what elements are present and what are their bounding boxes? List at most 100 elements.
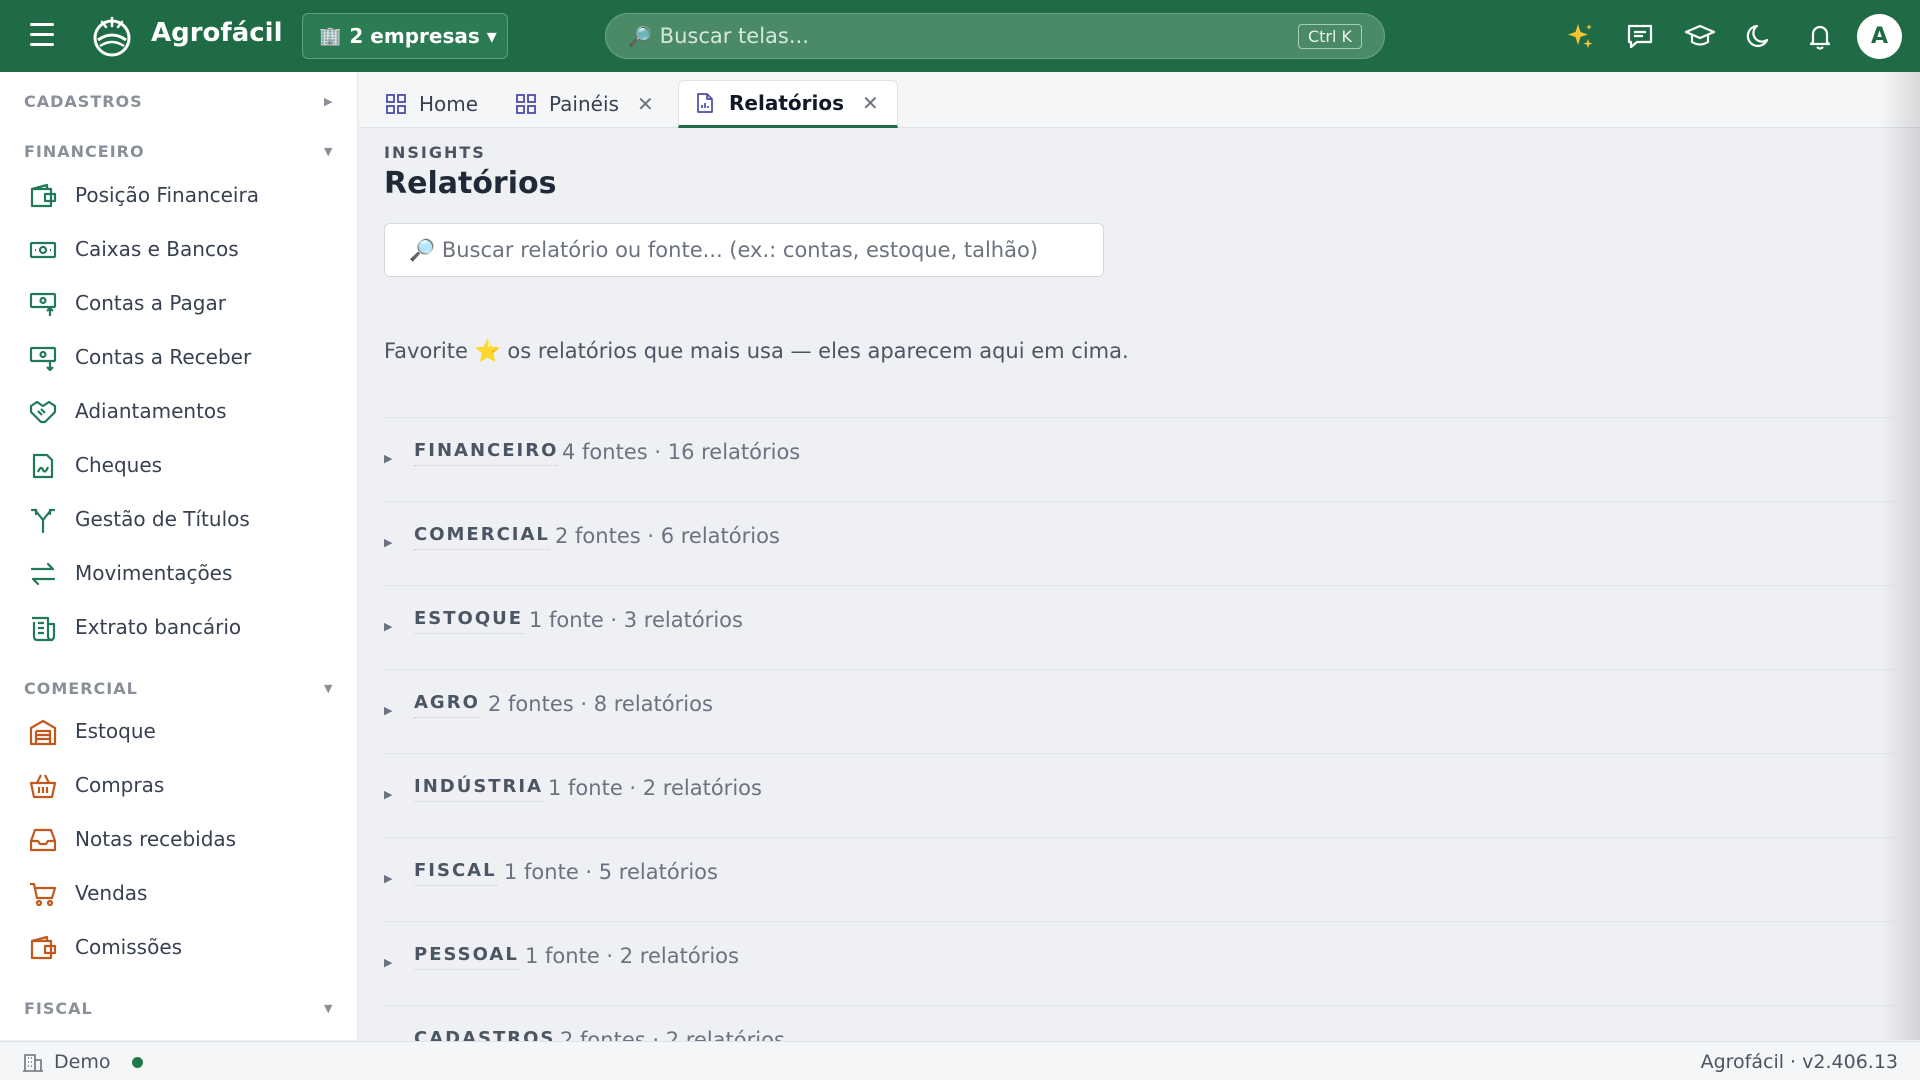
grid-icon — [516, 94, 536, 114]
sidebar-item-label: Contas a Receber — [75, 345, 252, 369]
category-count: 2 fontes · 6 relatórios — [555, 524, 780, 548]
screen-search-placeholder: Buscar telas... — [659, 24, 809, 48]
caret-down-icon[interactable]: ▼ — [324, 145, 332, 158]
search-icon: 🔎 — [628, 25, 652, 48]
category-count: 1 fonte · 5 relatórios — [504, 860, 718, 884]
caret-right-icon: ▶ — [384, 704, 393, 717]
sidebar-item-adiantamentos[interactable]: Adiantamentos — [0, 386, 357, 436]
category-count: 1 fonte · 2 relatórios — [525, 944, 739, 968]
sidebar-item-label: Compras — [75, 773, 165, 797]
caret-right-icon: ▶ — [384, 536, 393, 549]
category-count: 4 fontes · 16 relatórios — [562, 440, 801, 464]
category-name: PESSOAL — [414, 944, 519, 970]
cash-down-icon — [29, 346, 57, 372]
wallet-icon — [30, 183, 57, 208]
close-icon[interactable]: ✕ — [862, 91, 879, 115]
sidebar-item-label: Cheques — [75, 453, 163, 477]
bell-icon[interactable] — [1804, 20, 1836, 52]
transfer-icon — [30, 562, 56, 586]
category-pessoal[interactable]: ▶ PESSOAL 1 fonte · 2 relatórios — [384, 921, 1894, 1005]
top-bar: Agrofácil 🏢 2 empresas ▾ 🔎 Buscar telas.… — [0, 0, 1920, 72]
category-estoque[interactable]: ▶ ESTOQUE 1 fonte · 3 relatórios — [384, 585, 1894, 669]
sidebar-item-label: Notas recebidas — [75, 827, 237, 851]
category-name: FISCAL — [414, 860, 497, 886]
handshake-icon — [29, 400, 57, 424]
category-cadastros[interactable]: ▶ CADASTROS 2 fontes · 2 relatórios — [384, 1005, 1894, 1041]
caret-right-icon[interactable]: ▶ — [324, 95, 332, 108]
status-bar: Demo Agrofácil · v2.406.13 — [0, 1041, 1920, 1080]
sidebar-item-contas-a-pagar[interactable]: Contas a Pagar — [0, 278, 357, 328]
caret-down-icon[interactable]: ▼ — [324, 682, 332, 695]
category-name: CADASTROS — [414, 1028, 555, 1041]
wallet-icon — [30, 935, 57, 960]
moon-icon[interactable] — [1744, 20, 1776, 52]
sparkles-icon[interactable] — [1564, 20, 1596, 52]
split-arrow-icon — [30, 508, 56, 534]
category-agro[interactable]: ▶ AGRO 2 fontes · 8 relatórios — [384, 669, 1894, 753]
sidebar-item-label: Adiantamentos — [75, 399, 227, 423]
category-industria[interactable]: ▶ INDÚSTRIA 1 fonte · 2 relatórios — [384, 753, 1894, 837]
category-name: COMERCIAL — [414, 524, 550, 550]
sidebar-item-compras[interactable]: Compras — [0, 760, 357, 810]
category-count: 1 fonte · 3 relatórios — [529, 608, 743, 632]
tab-relatorios[interactable]: Relatórios ✕ — [678, 80, 898, 128]
category-count: 2 fontes · 8 relatórios — [488, 692, 713, 716]
sidebar-item-caixas-e-bancos[interactable]: Caixas e Bancos — [0, 224, 357, 274]
cash-icon — [29, 241, 57, 259]
caret-right-icon: ▶ — [384, 788, 393, 801]
sidebar-item-movimentacoes[interactable]: Movimentações — [0, 548, 357, 598]
sidebar-item-label: Vendas — [75, 881, 148, 905]
screen-search-input[interactable]: 🔎 Buscar telas... Ctrl K — [605, 13, 1385, 59]
sidebar-item-cheques[interactable]: Cheques — [0, 440, 357, 490]
signature-icon — [32, 453, 54, 479]
sidebar-item-gestao-de-titulos[interactable]: Gestão de Títulos — [0, 494, 357, 544]
tab-paineis[interactable]: Painéis ✕ — [515, 80, 654, 128]
menu-icon[interactable] — [30, 23, 60, 49]
tab-home[interactable]: Home — [385, 80, 478, 128]
user-avatar[interactable]: A — [1857, 14, 1902, 59]
sidebar-item-posicao-financeira[interactable]: Posição Financeira — [0, 170, 357, 220]
tab-label: Relatórios — [729, 91, 844, 115]
page-title: Relatórios — [384, 166, 557, 201]
sidebar-item-label: Comissões — [75, 935, 183, 959]
report-file-icon — [697, 93, 713, 113]
category-name: ESTOQUE — [414, 608, 524, 634]
category-count: 2 fontes · 2 relatórios — [560, 1028, 785, 1041]
sidebar-section-comercial[interactable]: COMERCIAL — [24, 679, 138, 698]
sidebar-item-extrato-bancario[interactable]: Extrato bancário — [0, 602, 357, 652]
caret-down-icon[interactable]: ▼ — [324, 1002, 332, 1015]
warehouse-icon — [29, 719, 57, 746]
receipt-icon — [32, 616, 56, 642]
sidebar-item-estoque[interactable]: Estoque — [0, 706, 357, 756]
sidebar-item-notas-recebidas[interactable]: Notas recebidas — [0, 814, 357, 864]
sidebar-item-label: Estoque — [75, 719, 156, 743]
sidebar-item-label: Caixas e Bancos — [75, 237, 239, 261]
grid-icon — [386, 94, 406, 114]
sidebar-section-cadastros[interactable]: CADASTROS — [24, 92, 143, 111]
category-fiscal[interactable]: ▶ FISCAL 1 fonte · 5 relatórios — [384, 837, 1894, 921]
sidebar-item-comissoes[interactable]: Comissões — [0, 922, 357, 972]
close-icon[interactable]: ✕ — [637, 92, 654, 116]
company-selector[interactable]: 🏢 2 empresas ▾ — [302, 13, 508, 59]
building-icon: 🏢 — [319, 25, 342, 47]
page-eyebrow: INSIGHTS — [384, 143, 486, 162]
sidebar-section-financeiro[interactable]: FINANCEIRO — [24, 142, 145, 161]
tab-bar: Home Painéis ✕ Relatórios ✕ — [359, 72, 1920, 128]
chat-icon[interactable] — [1624, 20, 1656, 52]
sidebar-item-vendas[interactable]: Vendas — [0, 868, 357, 918]
app-version: Agrofácil · v2.406.13 — [1700, 1051, 1898, 1073]
report-search-input[interactable]: 🔎 Buscar relatório ou fonte... (ex.: con… — [384, 223, 1104, 277]
building-icon — [23, 1054, 43, 1072]
category-count: 1 fonte · 2 relatórios — [548, 776, 762, 800]
caret-right-icon: ▶ — [384, 620, 393, 633]
category-financeiro[interactable]: ▶ FINANCEIRO 4 fontes · 16 relatórios — [384, 417, 1894, 501]
sidebar-item-label: Movimentações — [75, 561, 233, 585]
inbox-icon — [29, 828, 57, 852]
status-online-indicator — [132, 1057, 143, 1068]
graduation-cap-icon[interactable] — [1684, 20, 1716, 52]
sidebar-item-contas-a-receber[interactable]: Contas a Receber — [0, 332, 357, 382]
sidebar-section-fiscal[interactable]: FISCAL — [24, 999, 93, 1018]
sidebar: CADASTROS ▶ FINANCEIRO ▼ Posição Finance… — [0, 72, 358, 1040]
category-comercial[interactable]: ▶ COMERCIAL 2 fontes · 6 relatórios — [384, 501, 1894, 585]
category-name: AGRO — [414, 692, 480, 718]
